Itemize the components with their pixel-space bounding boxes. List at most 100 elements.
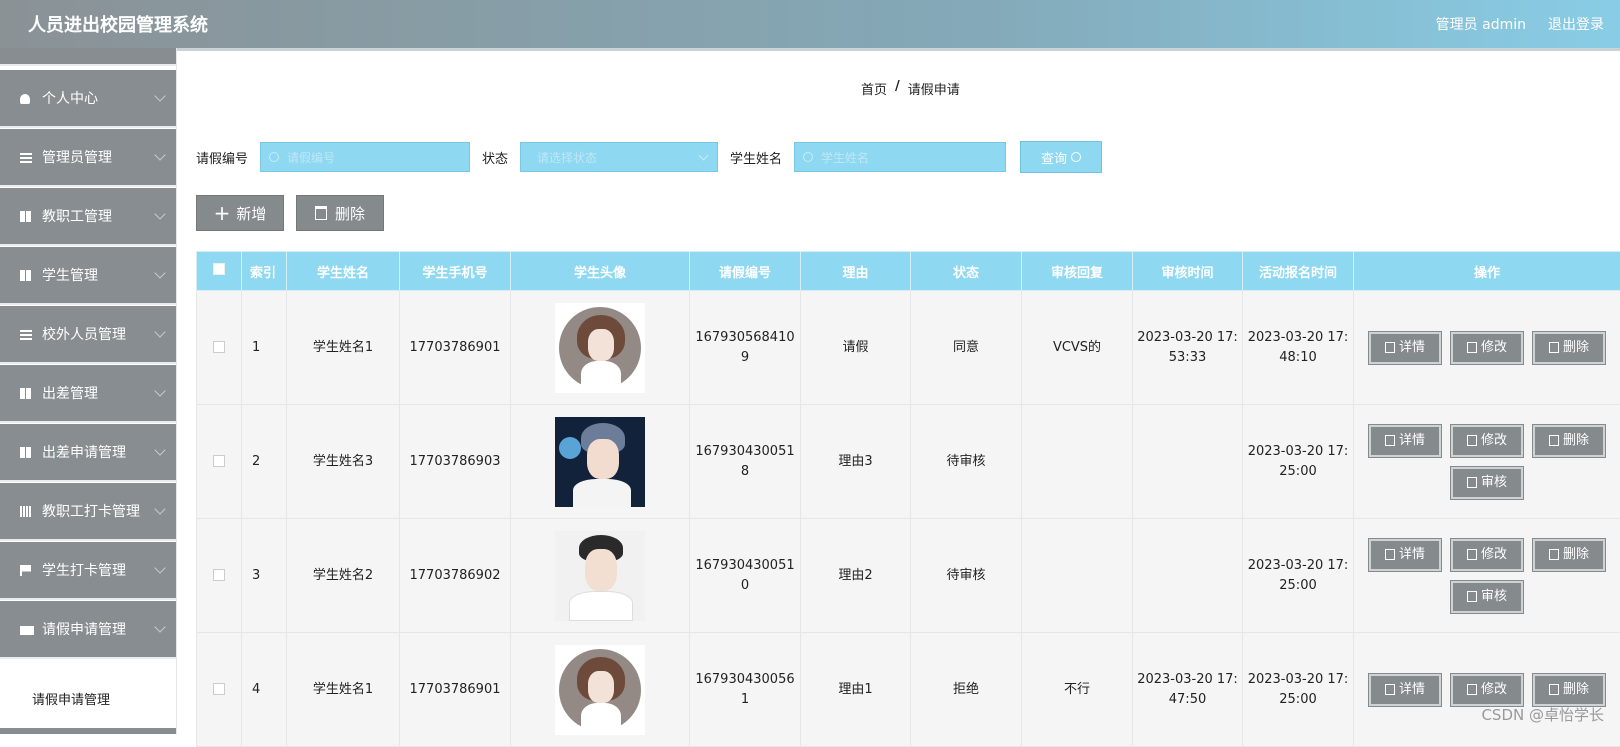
chevron-down-icon — [154, 503, 165, 514]
status-select[interactable]: 请选择状态 — [520, 142, 718, 172]
sidebar-item[interactable]: 校外人员管理 — [0, 306, 176, 364]
sidebar-item[interactable]: 出差管理 — [0, 365, 176, 423]
leave-code-line2: 1 — [690, 690, 800, 710]
sidebar-item[interactable]: 教职工打卡管理 — [0, 483, 176, 541]
pencil-icon — [1467, 342, 1477, 353]
query-button[interactable]: 查询 — [1020, 141, 1102, 173]
row-index: 4 — [242, 633, 287, 747]
leave-code-label: 请假编号 — [196, 148, 248, 167]
trash-icon — [315, 206, 327, 220]
delete-row-button[interactable]: 删除 — [1533, 332, 1605, 364]
leave-code-line2: 0 — [690, 576, 800, 596]
review-label: 审核 — [1481, 473, 1507, 493]
pencil-icon — [1467, 549, 1477, 560]
column-header: 索引 — [242, 252, 287, 291]
sidebar-item[interactable]: 首页 — [0, 48, 176, 66]
avatar-cell — [511, 291, 690, 405]
leave-code-line1: 167930568410 — [690, 328, 800, 348]
leave-code-input[interactable]: 请假编号 — [260, 142, 470, 172]
sidebar-subitem-leave-management[interactable]: 请假申请管理 — [0, 676, 176, 718]
column-header: 审核时间 — [1133, 252, 1243, 291]
pencil-icon — [1467, 684, 1477, 695]
chevron-down-icon — [154, 267, 165, 278]
sidebar-item[interactable]: 教职工管理 — [0, 188, 176, 246]
delete-row-button[interactable]: 删除 — [1533, 425, 1605, 457]
ticket-icon — [20, 626, 34, 635]
avatar-body — [581, 361, 621, 393]
detail-label: 详情 — [1399, 680, 1425, 700]
delete-label: 删除 — [335, 203, 365, 224]
delete-button[interactable]: 删除 — [296, 195, 384, 231]
edit-button[interactable]: 修改 — [1451, 332, 1523, 364]
student-phone: 17703786902 — [400, 519, 511, 633]
logout-link[interactable]: 退出登录 — [1548, 14, 1604, 34]
signup-time: 2023-03-20 17:48:10 — [1243, 291, 1354, 405]
detail-button[interactable]: 详情 — [1369, 425, 1441, 457]
sidebar-item[interactable]: 学生打卡管理 — [0, 542, 176, 600]
review-reply: VCVS的 — [1022, 291, 1133, 405]
sidebar-item[interactable]: 个人中心 — [0, 70, 176, 128]
detail-button[interactable]: 详情 — [1369, 539, 1441, 571]
review-time — [1133, 405, 1243, 519]
delete-row-button[interactable]: 删除 — [1533, 674, 1605, 706]
add-label: 新增 — [236, 203, 266, 224]
doc-icon — [1385, 435, 1395, 446]
search-bar: 请假编号 请假编号 状态 请选择状态 学生姓名 学生姓名 查询 — [196, 141, 1102, 173]
operations-group: 详情修改删除审核 — [1354, 425, 1620, 499]
review-button[interactable]: 审核 — [1451, 467, 1523, 499]
detail-button[interactable]: 详情 — [1369, 332, 1441, 364]
review-button[interactable]: 审核 — [1451, 581, 1523, 613]
signup-time-line2: 25:00 — [1243, 576, 1353, 596]
sidebar-item[interactable]: 管理员管理 — [0, 129, 176, 187]
delete-row-button[interactable]: 删除 — [1533, 539, 1605, 571]
doc-icon — [1385, 549, 1395, 560]
sidebar-item — [0, 728, 176, 734]
row-checkbox[interactable] — [213, 455, 225, 467]
detail-label: 详情 — [1399, 338, 1425, 358]
app-title: 人员进出校园管理系统 — [28, 11, 208, 37]
student-phone: 17703786901 — [400, 291, 511, 405]
avatar-cell — [511, 633, 690, 747]
row-checkbox[interactable] — [213, 341, 225, 353]
edit-button[interactable]: 修改 — [1451, 425, 1523, 457]
delete-row-label: 删除 — [1563, 680, 1589, 700]
row-checkbox[interactable] — [213, 683, 225, 695]
operations-cell: 详情 修改 删除 — [1354, 291, 1620, 405]
chart-icon — [20, 506, 32, 517]
trash-icon — [1549, 342, 1559, 353]
breadcrumb-home[interactable]: 首页 — [861, 79, 887, 98]
sidebar-item[interactable]: 出差申请管理 — [0, 424, 176, 482]
edit-button[interactable]: 修改 — [1451, 674, 1523, 706]
row-select-cell — [197, 519, 242, 633]
sidebar-item[interactable]: 学生管理 — [0, 247, 176, 305]
leave-reason: 理由1 — [801, 633, 911, 747]
select-all-header[interactable] — [197, 252, 242, 291]
review-time-line1: 2023-03-20 17: — [1133, 328, 1242, 348]
edit-label: 修改 — [1481, 338, 1507, 358]
signup-time-line1: 2023-03-20 17: — [1243, 328, 1353, 348]
sidebar-item-label: 出差申请管理 — [42, 442, 126, 462]
review-reply — [1022, 405, 1133, 519]
delete-row-label: 删除 — [1563, 338, 1589, 358]
list-icon — [20, 153, 32, 163]
signup-time-line1: 2023-03-20 17: — [1243, 442, 1353, 462]
leave-code: 1679305684109 — [690, 291, 801, 405]
student-name-input[interactable]: 学生姓名 — [794, 142, 1006, 172]
select-all-checkbox[interactable] — [213, 263, 225, 275]
table-row: 4学生姓名1177037869011679304300561理由1拒绝不行202… — [197, 633, 1620, 747]
status-placeholder: 请选择状态 — [537, 149, 597, 166]
student-avatar — [555, 303, 645, 393]
sidebar-item[interactable]: 请假申请管理 — [0, 601, 176, 659]
leave-code-line1: 167930430051 — [690, 556, 800, 576]
row-checkbox[interactable] — [213, 569, 225, 581]
detail-button[interactable]: 详情 — [1369, 674, 1441, 706]
signup-time: 2023-03-20 17:25:00 — [1243, 633, 1354, 747]
edit-button[interactable]: 修改 — [1451, 539, 1523, 571]
add-button[interactable]: + 新增 — [196, 195, 284, 231]
breadcrumb-current: 请假申请 — [908, 79, 960, 98]
leave-status: 待审核 — [911, 405, 1022, 519]
student-phone: 17703786903 — [400, 405, 511, 519]
student-name: 学生姓名1 — [287, 633, 400, 747]
current-user[interactable]: 管理员 admin — [1436, 14, 1526, 34]
student-name: 学生姓名2 — [287, 519, 400, 633]
